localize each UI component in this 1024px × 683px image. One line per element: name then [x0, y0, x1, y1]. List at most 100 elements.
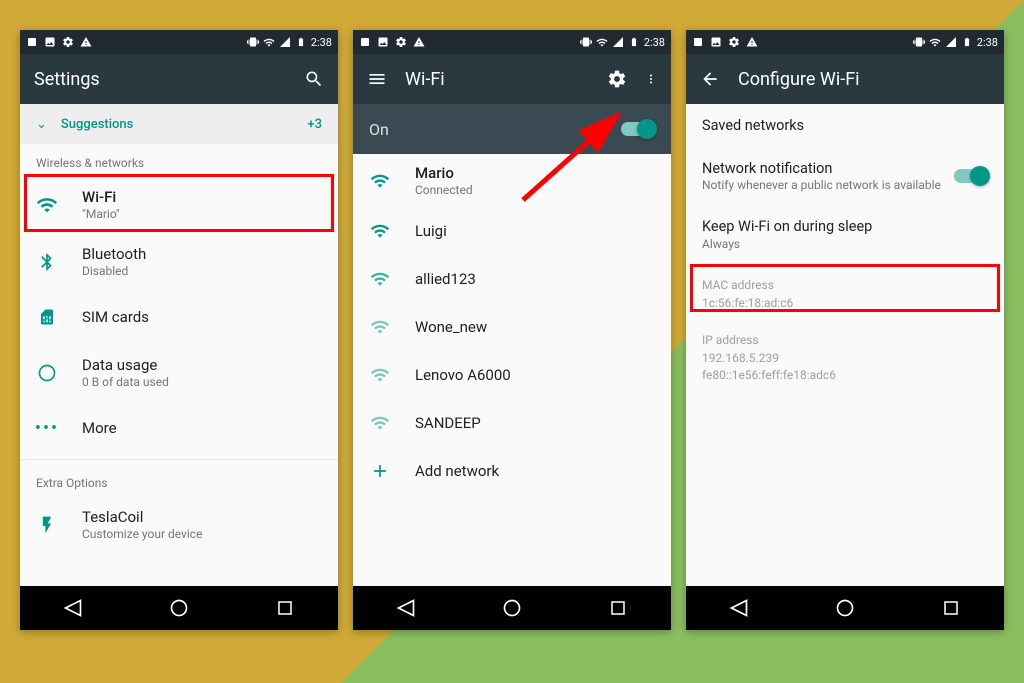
menu-icon[interactable] [367, 69, 387, 89]
overflow-icon[interactable] [645, 69, 657, 89]
nav-back[interactable] [727, 596, 751, 620]
more-label: More [82, 419, 322, 437]
network-name: Lenovo A6000 [415, 366, 655, 384]
network-status: Connected [415, 183, 655, 197]
battery-icon [295, 36, 307, 48]
more-horiz-icon: ••• [36, 417, 58, 439]
nav-home[interactable] [500, 596, 524, 620]
clock: 2:38 [311, 36, 332, 49]
add-network-label: Add network [415, 462, 655, 480]
navbar [686, 586, 1004, 630]
battery-icon [961, 36, 973, 48]
nav-recent[interactable] [606, 596, 630, 620]
wifi-icon [263, 36, 275, 48]
notif-toggle[interactable] [954, 169, 988, 183]
warning-icon [80, 36, 92, 48]
gear-icon [62, 36, 74, 48]
wifi-network-item[interactable]: Lenovo A6000 [353, 351, 671, 399]
wifi-network-item[interactable]: allied123 [353, 255, 671, 303]
wifi-network-item[interactable]: SANDEEP [353, 399, 671, 447]
nav-recent[interactable] [939, 596, 963, 620]
wifi-toggle-bar: On [353, 104, 671, 154]
sleep-sub: Always [702, 236, 988, 253]
appbar: Wi-Fi [353, 54, 671, 104]
image-icon [44, 36, 56, 48]
wifi-signal-icon [369, 412, 391, 434]
sleep-label: Keep Wi-Fi on during sleep [702, 218, 988, 235]
signal-icon [612, 36, 624, 48]
back-icon[interactable] [700, 69, 720, 89]
wifi-network-item[interactable]: Wone_new [353, 303, 671, 351]
item-wifi[interactable]: Wi-Fi "Mario" [20, 176, 338, 233]
statusbar: 2:38 [686, 30, 1004, 54]
nav-home[interactable] [167, 596, 191, 620]
gear-icon[interactable] [607, 69, 627, 89]
wifi-icon [596, 36, 608, 48]
item-saved-networks[interactable]: Saved networks [686, 104, 1004, 147]
suggestions-label: Suggestions [61, 117, 133, 132]
item-keep-wifi-sleep[interactable]: Keep Wi-Fi on during sleep Always [686, 205, 1004, 266]
wifi-networks-list: Mario Connected Luigi allied123 Wone_new… [353, 154, 671, 586]
notif-label: Network notification [702, 160, 941, 177]
signal-icon [945, 36, 957, 48]
suggestions-count: +3 [307, 117, 322, 132]
data-sub: 0 B of data used [82, 375, 322, 389]
gear-icon [728, 36, 740, 48]
page-title: Wi-Fi [405, 69, 589, 90]
page-title: Configure Wi-Fi [738, 69, 990, 90]
wifi-network-item[interactable]: Mario Connected [353, 154, 671, 207]
nav-back[interactable] [61, 596, 85, 620]
clock: 2:38 [977, 36, 998, 49]
gear-icon [395, 36, 407, 48]
section-extra: Extra Options [20, 464, 338, 496]
mac-label: MAC address [702, 277, 988, 294]
notif-sub: Notify whenever a public network is avai… [702, 178, 941, 192]
mac-value: 1c:56:fe:18:ad:c6 [702, 295, 988, 312]
item-data-usage[interactable]: Data usage 0 B of data used [20, 344, 338, 401]
divider [20, 459, 338, 460]
image-icon [377, 36, 389, 48]
appbar: Settings [20, 54, 338, 104]
wifi-icon [929, 36, 941, 48]
item-network-notification[interactable]: Network notification Notify whenever a p… [686, 147, 1004, 205]
plus-icon [369, 460, 391, 482]
search-icon[interactable] [304, 69, 324, 89]
phone-configure-wifi: 2:38 Configure Wi-Fi Saved networks Netw… [686, 30, 1004, 630]
notif-icon [26, 36, 38, 48]
ip-label: IP address [702, 332, 988, 349]
nav-home[interactable] [833, 596, 857, 620]
data-label: Data usage [82, 356, 322, 374]
add-network-item[interactable]: Add network [353, 447, 671, 495]
item-sim[interactable]: SIM cards [20, 290, 338, 344]
network-name: SANDEEP [415, 414, 655, 432]
page-title: Settings [34, 69, 286, 90]
phone-wifi-list: 2:38 Wi-Fi On Mario Connected Luigi alli… [353, 30, 671, 630]
battery-icon [628, 36, 640, 48]
notif-icon [692, 36, 704, 48]
item-bluetooth[interactable]: Bluetooth Disabled [20, 233, 338, 290]
wifi-toggle[interactable] [621, 122, 655, 136]
tesla-sub: Customize your device [82, 527, 322, 541]
vibrate-icon [913, 36, 925, 48]
signal-icon [279, 36, 291, 48]
wifi-network-item[interactable]: Luigi [353, 207, 671, 255]
item-ip-address: IP address 192.168.5.239 fe80::1e56:feff… [686, 321, 1004, 396]
warning-icon [413, 36, 425, 48]
wifi-sub: "Mario" [82, 207, 322, 221]
wifi-signal-icon [369, 364, 391, 386]
item-teslacoil[interactable]: TeslaCoil Customize your device [20, 496, 338, 553]
teslacoil-icon [36, 514, 58, 536]
item-more[interactable]: ••• More [20, 401, 338, 455]
network-name: Luigi [415, 222, 655, 240]
nav-back[interactable] [394, 596, 418, 620]
nav-recent[interactable] [273, 596, 297, 620]
sim-icon [36, 306, 58, 328]
sim-label: SIM cards [82, 308, 322, 326]
suggestions-row[interactable]: ⌄ Suggestions +3 [20, 104, 338, 144]
bluetooth-icon [36, 251, 58, 273]
phone-settings: 2:38 Settings ⌄ Suggestions +3 Wireless … [20, 30, 338, 630]
wifi-signal-icon [369, 268, 391, 290]
warning-icon [746, 36, 758, 48]
wifi-signal-icon [369, 170, 391, 192]
wifi-signal-icon [369, 316, 391, 338]
